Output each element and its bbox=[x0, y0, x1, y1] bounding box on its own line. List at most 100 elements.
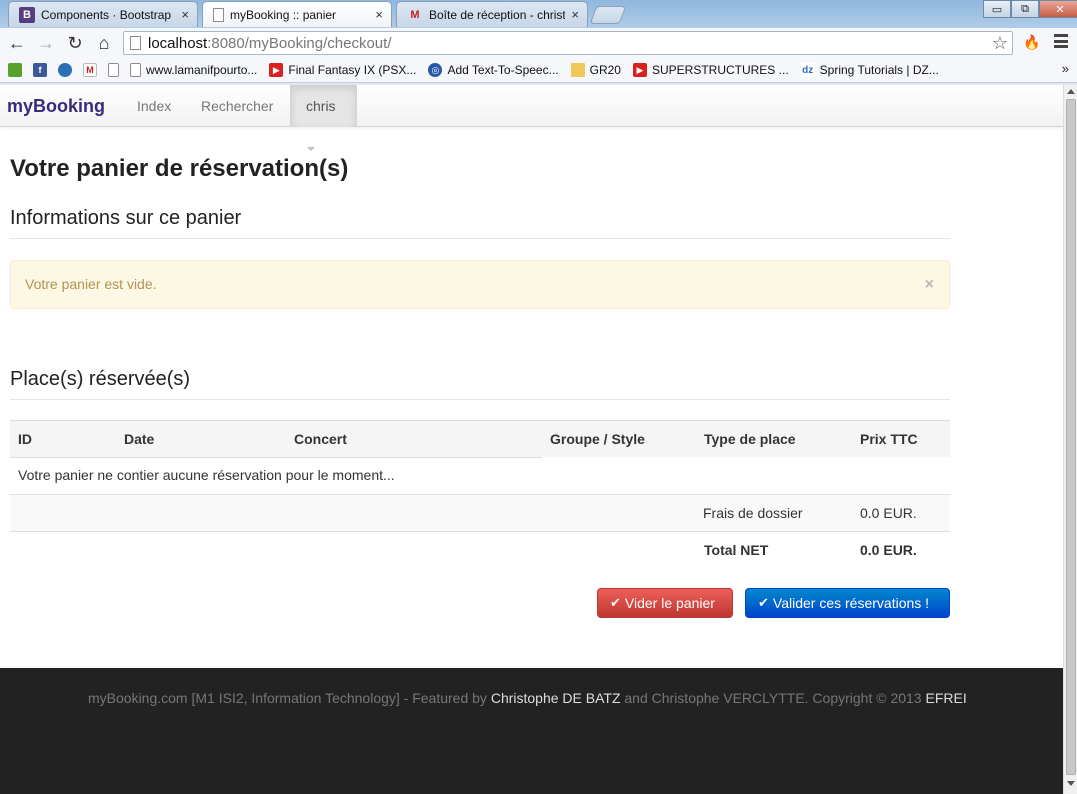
header-groupe-style: Groupe / Style bbox=[550, 431, 645, 447]
gmail-favicon-icon: M bbox=[410, 8, 420, 21]
bootstrap-favicon-icon: B bbox=[19, 6, 35, 23]
table-row-total: Total NET 0.0 EUR. bbox=[10, 532, 950, 569]
youtube-icon: ▶ bbox=[632, 63, 647, 77]
bookmark-item[interactable]: www.lamanifpourto... bbox=[130, 63, 257, 77]
home-icon[interactable]: ⌂ bbox=[93, 32, 115, 54]
caret-down-icon bbox=[307, 147, 315, 152]
page-favicon-icon bbox=[213, 7, 224, 22]
dropbox-icon bbox=[58, 63, 72, 77]
info-section-title: Informations sur ce panier bbox=[10, 207, 242, 229]
divider bbox=[10, 238, 950, 239]
tab-strip: B Components · Bootstrap × myBooking :: … bbox=[0, 0, 1077, 27]
header-date: Date bbox=[124, 431, 155, 447]
bookmarks-bar: f M www.lamanifpourto... ▶ Final Fantasy… bbox=[0, 58, 1077, 83]
validate-reservations-button[interactable]: ✔ Valider ces réservations ! bbox=[745, 588, 950, 618]
bookmark-item[interactable]: ◎ Add Text-To-Speec... bbox=[428, 63, 559, 77]
minimize-button[interactable]: ▭ bbox=[983, 0, 1011, 18]
tab-bootstrap[interactable]: B Components · Bootstrap × bbox=[8, 1, 198, 27]
alert-message: Votre panier est vide. bbox=[25, 276, 157, 292]
bookmark-item[interactable]: dz Spring Tutorials | DZ... bbox=[800, 63, 939, 77]
tab-close-icon[interactable]: × bbox=[375, 7, 383, 22]
bookmark-item[interactable]: GR20 bbox=[570, 63, 621, 77]
tab-title: Components · Bootstrap bbox=[41, 7, 172, 22]
bookmark-item[interactable]: f bbox=[33, 63, 52, 77]
page-icon bbox=[130, 63, 141, 77]
extension-flame-icon[interactable]: 🔥 bbox=[1023, 34, 1040, 51]
browser-menu-icon[interactable] bbox=[1054, 34, 1068, 48]
empty-cart-label: Vider le panier bbox=[624, 595, 715, 611]
divider bbox=[10, 399, 950, 400]
gmail-icon: M bbox=[83, 63, 97, 77]
table-row-empty: Votre panier ne contier aucune réservati… bbox=[10, 457, 950, 494]
close-window-button[interactable]: ✕ bbox=[1039, 0, 1077, 18]
maximize-button[interactable]: ⧉ bbox=[1011, 0, 1039, 18]
browser-chrome: B Components · Bootstrap × myBooking :: … bbox=[0, 0, 1077, 85]
facebook-icon: f bbox=[33, 63, 47, 77]
browser-toolbar: ← → ↻ ⌂ localhost:8080/myBooking/checkou… bbox=[0, 28, 1077, 58]
empty-message: Votre panier ne contier aucune réservati… bbox=[18, 467, 395, 483]
table-header: ID Date Concert Groupe / Style Type de p… bbox=[10, 420, 950, 457]
scroll-thumb[interactable] bbox=[1066, 99, 1076, 775]
bookmark-item[interactable] bbox=[108, 63, 124, 77]
bookmark-label: Add Text-To-Speec... bbox=[447, 63, 559, 77]
tab-mybooking[interactable]: myBooking :: panier × bbox=[202, 1, 392, 27]
new-tab-button[interactable] bbox=[589, 6, 627, 24]
footer-school-link[interactable]: EFREI bbox=[925, 690, 966, 706]
bookmark-item[interactable]: M bbox=[83, 63, 102, 77]
fees-value: 0.0 EUR. bbox=[860, 505, 917, 521]
page-icon bbox=[130, 36, 141, 50]
nav-user-dropdown[interactable]: chris bbox=[290, 85, 357, 152]
tab-close-icon[interactable]: × bbox=[571, 7, 579, 22]
total-label: Total NET bbox=[704, 542, 769, 558]
page-footer: myBooking.com [M1 ISI2, Information Tech… bbox=[0, 668, 1063, 794]
bookmark-item[interactable] bbox=[8, 63, 27, 77]
bookmark-label: www.lamanifpourto... bbox=[146, 63, 258, 77]
bookmark-label: Final Fantasy IX (PSX... bbox=[288, 63, 417, 77]
page-title: Votre panier de réservation(s) bbox=[10, 155, 349, 182]
brand-logo[interactable]: myBooking bbox=[7, 96, 105, 117]
user-name: chris bbox=[306, 98, 336, 114]
header-prix-ttc: Prix TTC bbox=[860, 431, 918, 447]
empty-cart-alert: Votre panier est vide. × bbox=[10, 260, 950, 309]
dzone-icon: dz bbox=[800, 63, 815, 77]
tab-close-icon[interactable]: × bbox=[181, 7, 189, 22]
nav-rechercher[interactable]: Rechercher bbox=[186, 85, 288, 127]
tab-title: myBooking :: panier bbox=[230, 7, 337, 22]
bookmark-item[interactable]: ▶ SUPERSTRUCTURES ... bbox=[632, 63, 789, 77]
reload-icon[interactable]: ↻ bbox=[64, 32, 86, 54]
header-type-place: Type de place bbox=[704, 431, 796, 447]
footer-text: myBooking.com [M1 ISI2, Information Tech… bbox=[88, 690, 967, 706]
bookmarks-overflow-icon[interactable]: » bbox=[1062, 61, 1069, 76]
green-box-icon bbox=[8, 63, 22, 77]
bookmark-item[interactable]: ▶ Final Fantasy IX (PSX... bbox=[269, 63, 416, 77]
check-icon: ✔ bbox=[610, 595, 621, 610]
scroll-up-arrow-icon[interactable] bbox=[1067, 89, 1075, 94]
page-icon bbox=[108, 63, 119, 77]
table-row-fees: Frais de dossier 0.0 EUR. bbox=[10, 495, 950, 532]
footer-part1: myBooking.com [M1 ISI2, Information Tech… bbox=[88, 690, 491, 706]
fees-label: Frais de dossier bbox=[703, 505, 803, 521]
address-bar[interactable]: localhost:8080/myBooking/checkout/ ☆ bbox=[123, 31, 1013, 55]
scroll-down-arrow-icon[interactable] bbox=[1067, 781, 1075, 786]
circle-icon: ◎ bbox=[428, 63, 443, 77]
tab-gmail[interactable]: M Boîte de réception - christ × bbox=[396, 1, 588, 27]
reserved-section-title: Place(s) réservée(s) bbox=[10, 368, 191, 390]
alert-close-icon[interactable]: × bbox=[925, 261, 934, 308]
page-content: myBooking Index Rechercher chris Votre p… bbox=[0, 85, 1063, 794]
url-path: :8080/myBooking/checkout/ bbox=[207, 34, 392, 52]
nav-index[interactable]: Index bbox=[122, 85, 186, 127]
folder-icon bbox=[570, 63, 585, 77]
bookmark-item[interactable] bbox=[58, 63, 77, 77]
vertical-scrollbar[interactable] bbox=[1063, 85, 1077, 794]
window-controls: ▭ ⧉ ✕ bbox=[983, 0, 1077, 18]
back-icon[interactable]: ← bbox=[6, 32, 28, 54]
bookmark-star-icon[interactable]: ☆ bbox=[992, 33, 1008, 54]
forward-icon[interactable]: → bbox=[35, 32, 57, 54]
empty-cart-button[interactable]: ✔ Vider le panier bbox=[597, 588, 733, 618]
validate-label: Valider ces réservations ! bbox=[772, 595, 930, 611]
footer-part2: and Christophe VERCLYTTE. Copyright © 20… bbox=[620, 690, 926, 706]
check-icon: ✔ bbox=[758, 595, 769, 610]
tab-title: Boîte de réception - christ bbox=[429, 7, 566, 22]
header-id: ID bbox=[18, 431, 32, 447]
footer-author-link[interactable]: Christophe DE BATZ bbox=[491, 690, 621, 706]
